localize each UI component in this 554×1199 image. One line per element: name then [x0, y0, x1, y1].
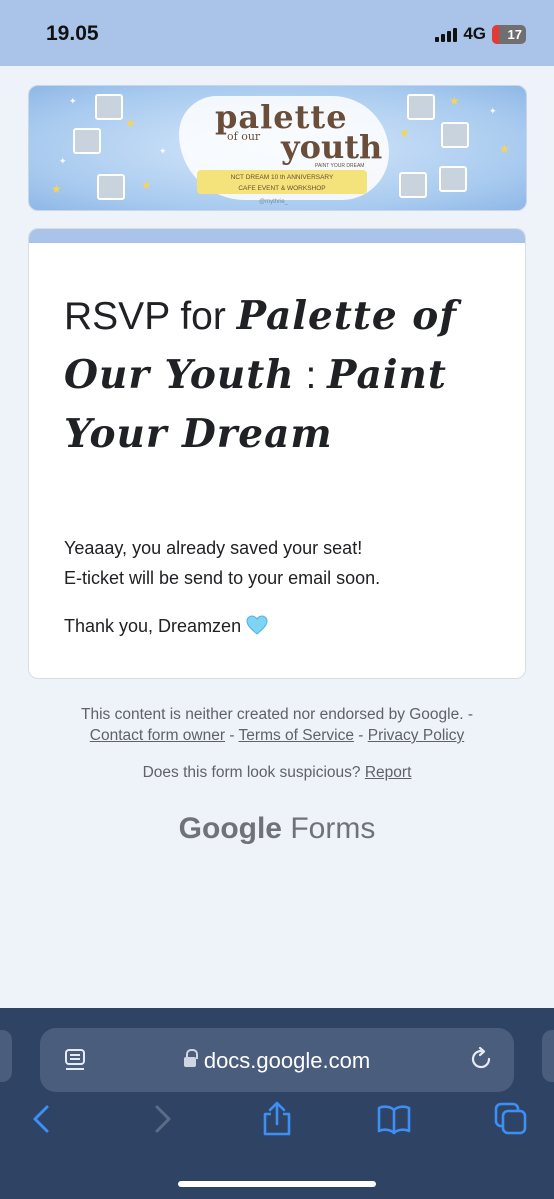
sparkle-icon: ✦	[489, 106, 497, 116]
reload-icon[interactable]	[468, 1046, 494, 1072]
card-accent-bar	[29, 229, 525, 243]
url-text[interactable]: docs.google.com	[40, 1048, 514, 1074]
banner-credit: @mythrie_	[259, 199, 289, 205]
banner-photo	[73, 128, 101, 154]
banner-photo	[407, 94, 435, 120]
disclaimer: This content is neither created nor endo…	[0, 704, 554, 746]
battery-icon: 17	[492, 24, 526, 44]
terms-link[interactable]: Terms of Service	[239, 727, 354, 744]
status-bar: 19.05 4G 17	[0, 0, 554, 66]
url-domain: docs.google.com	[203, 1048, 371, 1073]
footer-links: Contact form owner - Terms of Service - …	[0, 725, 554, 746]
banner-ribbon-line2: CAFE EVENT & WORKSHOP	[238, 185, 326, 192]
disclaimer-text: This content is neither created nor endo…	[80, 706, 474, 723]
banner-ribbon-line1: NCT DREAM 10 th ANNIVERSARY	[230, 174, 334, 181]
banner-photo	[439, 166, 467, 192]
tabs-icon[interactable]	[493, 1101, 529, 1137]
report-link[interactable]: Report	[365, 764, 412, 781]
contact-owner-link[interactable]: Contact form owner	[90, 727, 225, 744]
header-banner-image: palette of our youth PAINT YOUR DREAM NC…	[28, 85, 527, 211]
blue-heart-icon	[246, 615, 268, 635]
battery-level: 17	[507, 26, 522, 42]
safari-toolbar: docs.google.com	[0, 1008, 554, 1199]
google-forms-logo[interactable]: Google Forms	[0, 812, 554, 846]
banner-photo	[97, 174, 125, 200]
star-icon: ★	[499, 142, 510, 156]
star-icon: ★	[51, 182, 62, 196]
home-indicator[interactable]	[178, 1181, 376, 1187]
confirmation-card: RSVP for Palette of Our Youth : Paint Yo…	[28, 228, 526, 679]
privacy-link[interactable]: Privacy Policy	[368, 727, 464, 744]
sparkle-icon: ✦	[59, 156, 67, 166]
forward-icon[interactable]	[144, 1101, 180, 1137]
banner-photo	[399, 172, 427, 198]
banner-photo	[95, 94, 123, 120]
address-bar[interactable]: docs.google.com	[40, 1028, 514, 1092]
lock-icon	[183, 1049, 198, 1069]
back-icon[interactable]	[24, 1101, 60, 1137]
star-icon: ★	[399, 126, 410, 140]
share-icon[interactable]	[259, 1101, 295, 1137]
banner-title-of-our: of our	[227, 130, 261, 143]
form-title-colon: :	[294, 354, 328, 397]
banner-ribbon: NCT DREAM 10 th ANNIVERSARY CAFE EVENT &…	[197, 170, 367, 194]
bookmarks-icon[interactable]	[376, 1101, 412, 1137]
status-time: 19.05	[46, 22, 99, 45]
signal-icon	[435, 26, 458, 42]
confirmation-message: Yeaaay, you already saved your seat! E-t…	[64, 538, 381, 588]
suspicious-prompt: Does this form look suspicious? Report	[0, 764, 554, 782]
network-type: 4G	[463, 24, 486, 43]
sparkle-icon: ✦	[69, 96, 77, 106]
previous-tab-preview[interactable]	[0, 1030, 12, 1082]
thanks-message: Thank you, Dreamzen	[64, 615, 268, 637]
banner-photo	[441, 122, 469, 148]
form-title: RSVP for Palette of Our Youth : Paint Yo…	[64, 287, 504, 464]
link-separator: -	[353, 727, 368, 744]
google-wordmark: Google	[178, 812, 282, 845]
star-icon: ★	[141, 178, 152, 192]
form-title-prefix: RSVP for	[64, 295, 237, 338]
sparkle-icon: ✦	[159, 146, 167, 156]
banner-subtitle: PAINT YOUR DREAM	[315, 163, 365, 169]
status-icons: 4G 17	[435, 24, 526, 44]
thanks-text: Thank you, Dreamzen	[64, 616, 242, 636]
star-icon: ★	[449, 94, 460, 108]
forms-wordmark: Forms	[282, 812, 376, 845]
banner-title-youth: youth	[281, 128, 383, 166]
suspicious-text: Does this form look suspicious?	[142, 764, 365, 781]
next-tab-preview[interactable]	[542, 1030, 554, 1082]
star-icon: ★	[125, 116, 136, 130]
link-separator: -	[225, 727, 239, 744]
